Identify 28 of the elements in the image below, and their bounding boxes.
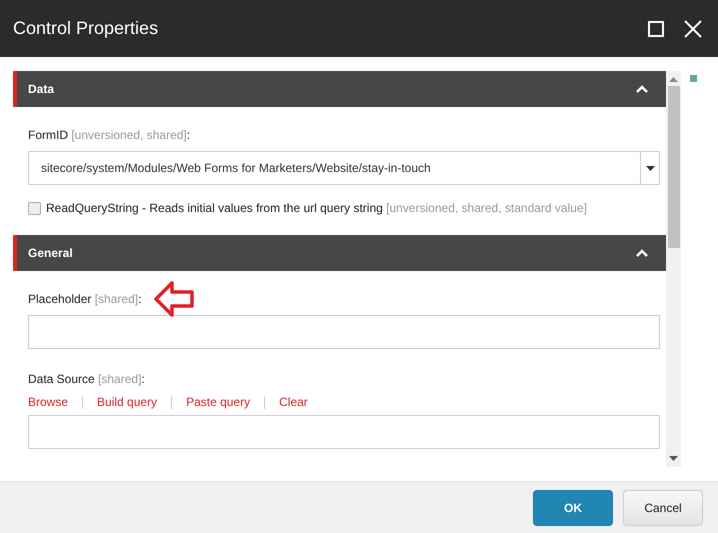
section-header[interactable]: General [13, 235, 666, 271]
link[interactable]: Paste query [186, 395, 250, 409]
link[interactable]: Browse [28, 395, 68, 409]
caret-icon[interactable] [646, 166, 654, 170]
scroll-up-icon[interactable] [669, 77, 678, 82]
scrollbar[interactable] [666, 71, 681, 467]
close-icon[interactable] [684, 20, 702, 38]
section-header[interactable]: Data [13, 71, 666, 107]
input-field[interactable] [28, 315, 660, 349]
window-title: Control Properties [13, 18, 158, 39]
cancel-button[interactable]: Cancel [623, 490, 703, 526]
link[interactable]: Build query [97, 395, 158, 409]
section-title: General [28, 246, 73, 260]
field-label: Placeholder [shared]: [28, 292, 142, 306]
chevron-icon[interactable] [636, 249, 648, 257]
ok-button[interactable]: OK [533, 490, 613, 526]
dropdown-field[interactable]: sitecore/system/Modules/Web Forms for Marketers/Website/stay-in-touch [28, 151, 660, 185]
field-label: FormID [unversioned, shared]: [28, 128, 190, 142]
link[interactable]: Clear [279, 395, 308, 409]
chevron-icon[interactable] [636, 85, 648, 93]
field-label: Data Source [shared]: [28, 372, 145, 386]
input-field[interactable] [28, 415, 660, 449]
scroll-down-icon[interactable] [669, 456, 678, 461]
checkbox[interactable] [28, 202, 41, 214]
status-icon [690, 75, 697, 82]
section-title: Data [28, 82, 54, 96]
maximize-icon[interactable] [648, 20, 664, 36]
checkbox-label: ReadQueryString - Reads initial values from the url query string [unversioned, shared, standard value] [46, 201, 587, 215]
